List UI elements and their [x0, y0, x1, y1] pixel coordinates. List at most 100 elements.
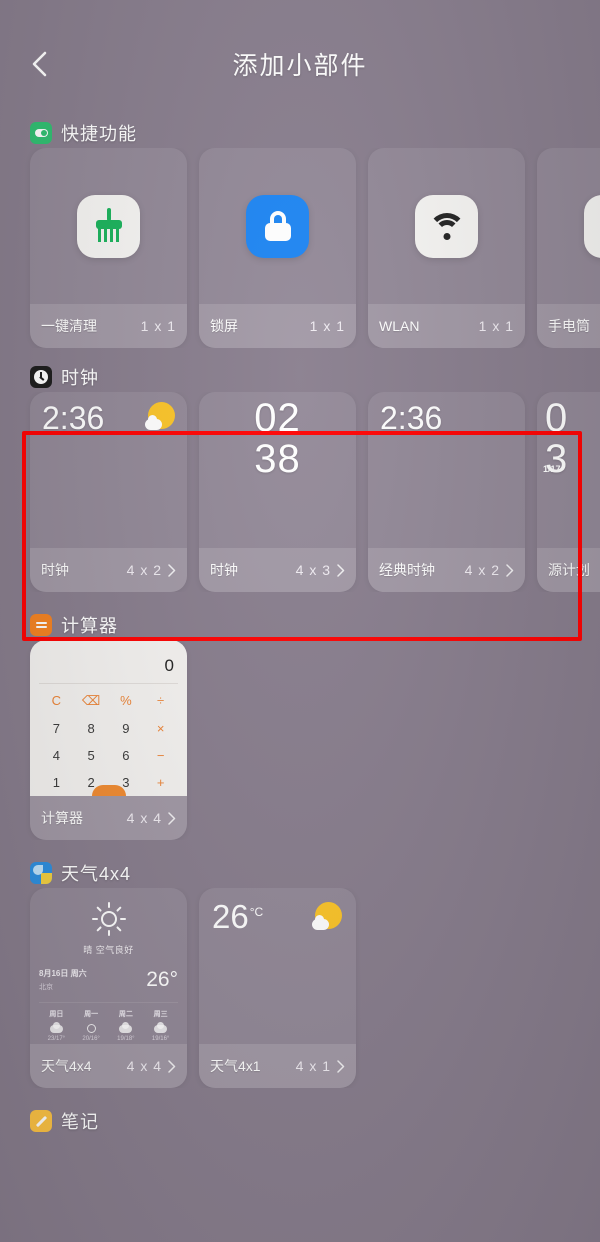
calc-key-backspace[interactable]: ⌫ — [74, 687, 109, 714]
calc-key-plus[interactable]: + — [143, 770, 178, 796]
widget-card-yuanjihua[interactable]: 0 3 1/17 源计划 4 x 2 — [537, 392, 600, 592]
widget-preview — [30, 148, 187, 304]
widget-footer[interactable]: 时钟 4 x 3 — [199, 548, 356, 592]
lock-icon — [246, 194, 309, 258]
widget-preview: 26°C — [199, 888, 356, 1044]
weather-app-icon — [30, 862, 52, 884]
widget-row-calculator[interactable]: 0 C ⌫ % ÷ 7 8 9 × 4 5 6 − 1 2 3 + 计算器 4 … — [0, 640, 600, 840]
calc-key-6[interactable]: 6 — [109, 743, 144, 769]
widget-footer[interactable]: WLAN 1 x 1 — [368, 304, 525, 348]
clock-time: 2:36 — [380, 400, 443, 436]
app-header: 添加小部件 — [0, 0, 600, 112]
widget-size: 4 x 4 — [126, 1058, 162, 1074]
widget-card-wlan[interactable]: WLAN 1 x 1 — [368, 148, 525, 348]
clock-digits-hour: 02 — [254, 396, 301, 440]
section-quick-functions: 快捷功能 一键清理 1 x 1 锁屏 1 x 1 WLAN 1 x 1 手电筒 — [0, 118, 600, 348]
weather-temp-value: 26 — [212, 898, 249, 935]
calc-key-divide[interactable]: ÷ — [143, 687, 178, 714]
section-title-quick: 快捷功能 — [61, 124, 137, 144]
widget-name: 锁屏 — [210, 318, 238, 334]
widget-footer[interactable]: 手电筒 1 x 1 — [537, 304, 600, 348]
widget-footer[interactable]: 经典时钟 4 x 2 — [368, 548, 525, 592]
widget-footer[interactable]: 时钟 4 x 2 — [30, 548, 187, 592]
widget-size: 4 x 3 — [295, 562, 331, 578]
section-notes: 笔记 — [0, 1106, 600, 1136]
forecast-item: 周日 23/17° — [39, 1009, 74, 1042]
calc-key-percent[interactable]: % — [109, 687, 144, 714]
widget-name: 计算器 — [41, 810, 83, 826]
calc-key-multiply[interactable]: × — [143, 715, 178, 741]
widget-size: 4 x 4 — [126, 810, 162, 826]
widget-footer[interactable]: 源计划 4 x 2 — [537, 548, 600, 592]
section-title-calculator: 计算器 — [61, 616, 118, 636]
widget-row-quick[interactable]: 一键清理 1 x 1 锁屏 1 x 1 WLAN 1 x 1 手电筒 — [0, 148, 600, 348]
forecast-item: 周一 20/16° — [74, 1009, 109, 1042]
widget-row-clock[interactable]: 2:36 时钟 4 x 2 02 38 时钟 4 x 3 2:36 经典时钟 4… — [0, 392, 600, 592]
widget-name: 源计划 — [548, 562, 590, 578]
widget-card-calculator[interactable]: 0 C ⌫ % ÷ 7 8 9 × 4 5 6 − 1 2 3 + 计算器 4 … — [30, 640, 187, 840]
section-title-clock: 时钟 — [61, 368, 99, 388]
widget-footer[interactable]: 一键清理 1 x 1 — [30, 304, 187, 348]
forecast-item: 周三 19/16° — [143, 1009, 178, 1042]
calc-key-equals[interactable] — [91, 785, 126, 796]
widget-card-clock-4x2[interactable]: 2:36 时钟 4 x 2 — [30, 392, 187, 592]
section-header-quick: 快捷功能 — [0, 118, 600, 148]
widget-size: 1 x 1 — [478, 318, 514, 334]
calc-key-7[interactable]: 7 — [39, 715, 74, 741]
widget-preview: 晴 空气良好 8月16日 周六 北京 26° 周日 23/17° 周一 20/1… — [30, 888, 187, 1044]
chevron-right-icon — [337, 1059, 345, 1073]
widget-card-weather-4x4[interactable]: 晴 空气良好 8月16日 周六 北京 26° 周日 23/17° 周一 20/1… — [30, 888, 187, 1088]
section-calculator: 计算器 0 C ⌫ % ÷ 7 8 9 × 4 5 6 − 1 2 3 + 计算… — [0, 610, 600, 840]
sun-cloud-icon — [145, 402, 175, 432]
calc-key-5[interactable]: 5 — [74, 743, 109, 769]
widget-size: 4 x 1 — [295, 1058, 331, 1074]
widget-size: 4 x 2 — [464, 562, 500, 578]
widget-size: 1 x 1 — [140, 318, 176, 334]
weather-date: 8月16日 周六 — [39, 969, 87, 978]
calc-key-1[interactable]: 1 — [39, 770, 74, 796]
widget-name: 时钟 — [41, 562, 69, 578]
widget-name: 天气4x1 — [210, 1058, 261, 1074]
widget-card-clean[interactable]: 一键清理 1 x 1 — [30, 148, 187, 348]
widget-card-lockscreen[interactable]: 锁屏 1 x 1 — [199, 148, 356, 348]
widget-size: 1 x 1 — [309, 318, 345, 334]
widget-preview — [199, 148, 356, 304]
widget-footer[interactable]: 计算器 4 x 4 — [30, 796, 187, 840]
widget-name: 手电筒 — [548, 318, 590, 334]
section-clock: 时钟 2:36 时钟 4 x 2 02 38 时钟 4 x 3 2:36 经典时… — [0, 362, 600, 592]
section-weather: 天气4x4 晴 空气良好 8月16日 周六 北京 26° 周日 23/17° 周… — [0, 858, 600, 1088]
forecast-day: 周二 — [118, 1011, 133, 1018]
section-header-notes: 笔记 — [0, 1106, 600, 1136]
widget-preview — [537, 148, 600, 304]
calculator-display: 0 — [164, 656, 174, 675]
chevron-right-icon — [337, 563, 345, 577]
forecast-range: 23/17° — [47, 1036, 66, 1042]
forecast-item: 周二 19/18° — [109, 1009, 144, 1042]
calc-key-4[interactable]: 4 — [39, 743, 74, 769]
clock-digits: 02 38 — [199, 398, 356, 480]
widget-footer[interactable]: 锁屏 1 x 1 — [199, 304, 356, 348]
calc-key-8[interactable]: 8 — [74, 715, 109, 741]
weather-forecast-list: 周日 23/17° 周一 20/16° 周二 19/18° 周三 19/16° — [39, 1002, 178, 1042]
chevron-right-icon — [506, 563, 514, 577]
calc-key-9[interactable]: 9 — [109, 715, 144, 741]
widget-preview: 0 C ⌫ % ÷ 7 8 9 × 4 5 6 − 1 2 3 + — [30, 640, 187, 796]
calc-key-clear[interactable]: C — [39, 687, 74, 714]
forecast-day: 周日 — [49, 1011, 64, 1018]
chevron-right-icon — [168, 563, 176, 577]
widget-card-weather-4x1[interactable]: 26°C 天气4x1 4 x 1 — [199, 888, 356, 1088]
clock-time: 2:36 — [42, 400, 105, 436]
widget-footer[interactable]: 天气4x4 4 x 4 — [30, 1044, 187, 1088]
calculator-keypad[interactable]: C ⌫ % ÷ 7 8 9 × 4 5 6 − 1 2 3 + — [39, 687, 178, 796]
forecast-range: 19/18° — [117, 1036, 135, 1042]
section-header-clock: 时钟 — [0, 362, 600, 392]
widget-row-weather[interactable]: 晴 空气良好 8月16日 周六 北京 26° 周日 23/17° 周一 20/1… — [0, 888, 600, 1088]
widget-card-classic-clock[interactable]: 2:36 经典时钟 4 x 2 — [368, 392, 525, 592]
widget-card-flashlight[interactable]: 手电筒 1 x 1 — [537, 148, 600, 348]
calc-key-minus[interactable]: − — [143, 743, 178, 769]
widget-footer[interactable]: 天气4x1 4 x 1 — [199, 1044, 356, 1088]
widget-card-clock-4x3[interactable]: 02 38 时钟 4 x 3 — [199, 392, 356, 592]
sun-icon — [91, 902, 126, 936]
section-title-weather: 天气4x4 — [61, 864, 132, 884]
page-title: 添加小部件 — [232, 52, 368, 80]
